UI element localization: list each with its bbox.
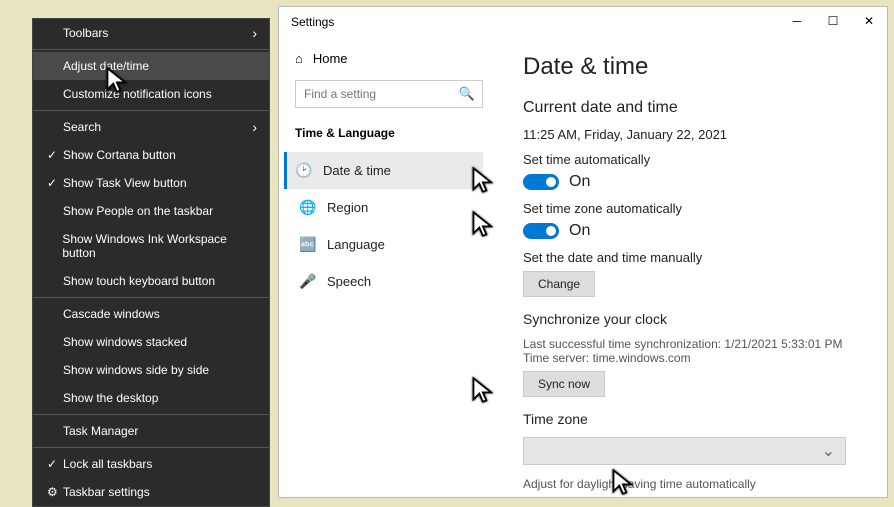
menu-show-desktop[interactable]: Show the desktop <box>33 384 269 412</box>
page-title: Date & time <box>523 53 863 81</box>
nav-date-time[interactable]: 🕑 Date & time <box>284 152 483 189</box>
search-input[interactable] <box>295 80 483 108</box>
set-time-auto-label: Set time automatically <box>523 152 863 167</box>
close-button[interactable]: ✕ <box>851 7 887 35</box>
menu-adjust-date-time[interactable]: Adjust date/time <box>33 52 269 80</box>
search-icon: 🔍 <box>459 86 475 102</box>
current-datetime-value: 11:25 AM, Friday, January 22, 2021 <box>523 127 863 142</box>
sync-last: Last successful time synchronization: 1/… <box>523 337 863 351</box>
taskbar-context-menu: Toolbars Adjust date/time Customize noti… <box>32 18 270 507</box>
menu-search[interactable]: Search <box>33 113 269 141</box>
sync-heading: Synchronize your clock <box>523 311 863 327</box>
set-tz-auto-state: On <box>569 222 590 240</box>
set-tz-auto-label: Set time zone automatically <box>523 201 863 216</box>
window-title: Settings <box>291 15 334 29</box>
settings-window: Settings ─ ☐ ✕ ⌂ Home 🔍 Time & Language … <box>278 6 888 498</box>
set-time-auto-state: On <box>569 173 590 191</box>
nav-region[interactable]: 🌐 Region <box>295 189 483 226</box>
menu-taskbar-settings[interactable]: ⚙Taskbar settings <box>33 478 269 506</box>
maximize-button[interactable]: ☐ <box>815 7 851 35</box>
manual-label: Set the date and time manually <box>523 250 863 265</box>
settings-content: Date & time Current date and time 11:25 … <box>499 7 887 497</box>
menu-lock-taskbars[interactable]: ✓Lock all taskbars <box>33 450 269 478</box>
menu-task-manager[interactable]: Task Manager <box>33 417 269 445</box>
globe-icon: 🌐 <box>299 199 315 216</box>
set-tz-auto-toggle[interactable] <box>523 223 559 239</box>
language-icon: 🔤 <box>299 236 315 253</box>
change-button[interactable]: Change <box>523 271 595 297</box>
section-title: Time & Language <box>295 126 483 140</box>
set-time-auto-toggle[interactable] <box>523 174 559 190</box>
home-link[interactable]: ⌂ Home <box>295 51 483 66</box>
menu-show-task-view[interactable]: ✓Show Task View button <box>33 169 269 197</box>
menu-customize-notification-icons[interactable]: Customize notification icons <box>33 80 269 108</box>
timezone-dropdown[interactable] <box>523 437 846 465</box>
nav-language[interactable]: 🔤 Language <box>295 226 483 263</box>
sync-now-button[interactable]: Sync now <box>523 371 605 397</box>
menu-stacked-windows[interactable]: Show windows stacked <box>33 328 269 356</box>
nav-speech[interactable]: 🎤 Speech <box>295 263 483 300</box>
settings-sidebar: ⌂ Home 🔍 Time & Language 🕑 Date & time 🌐… <box>279 7 499 497</box>
dst-label: Adjust for daylight saving time automati… <box>523 477 863 491</box>
menu-cascade-windows[interactable]: Cascade windows <box>33 300 269 328</box>
sync-server: Time server: time.windows.com <box>523 351 863 365</box>
home-icon: ⌂ <box>295 51 303 66</box>
menu-show-touch-keyboard[interactable]: Show touch keyboard button <box>33 267 269 295</box>
menu-show-cortana[interactable]: ✓Show Cortana button <box>33 141 269 169</box>
clock-icon: 🕑 <box>295 162 311 179</box>
menu-side-by-side[interactable]: Show windows side by side <box>33 356 269 384</box>
menu-show-people[interactable]: Show People on the taskbar <box>33 197 269 225</box>
minimize-button[interactable]: ─ <box>779 7 815 35</box>
current-datetime-heading: Current date and time <box>523 99 863 117</box>
menu-toolbars[interactable]: Toolbars <box>33 19 269 47</box>
tz-heading: Time zone <box>523 411 863 427</box>
mic-icon: 🎤 <box>299 273 315 290</box>
menu-show-ink[interactable]: Show Windows Ink Workspace button <box>33 225 269 267</box>
